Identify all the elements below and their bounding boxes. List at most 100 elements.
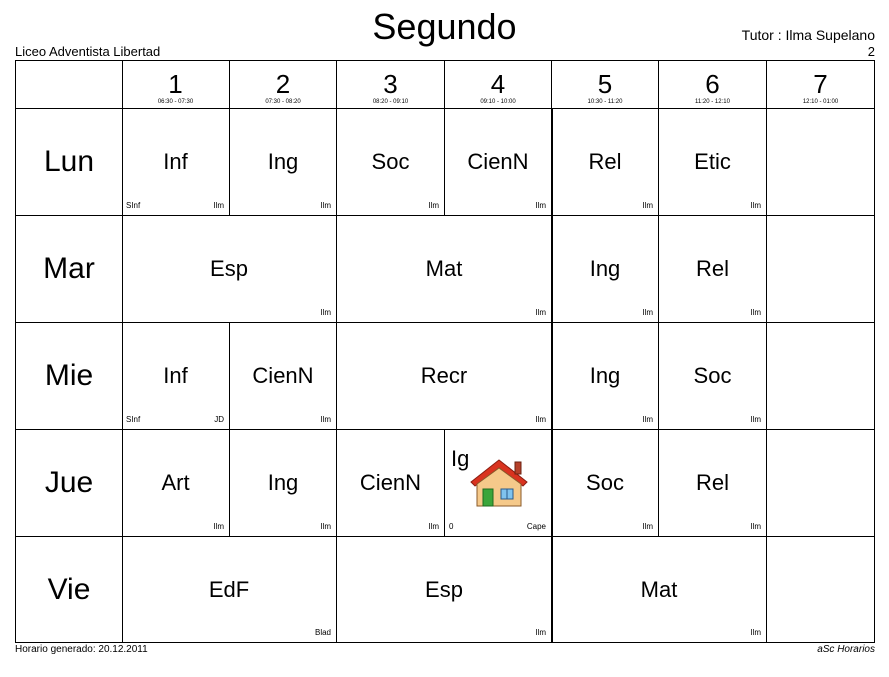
period-header-7: 7 12:10 - 01:00 xyxy=(767,60,875,109)
day-label-vie: Vie xyxy=(15,537,123,643)
lesson-subject: Esp xyxy=(425,576,463,602)
lesson-cell[interactable]: CienN Ilm xyxy=(230,323,337,430)
lesson-subject: Recr xyxy=(420,363,468,388)
software-credit: aSc Horarios xyxy=(817,644,875,655)
lesson-room: SInf xyxy=(126,201,141,210)
lesson-teacher: Cape xyxy=(526,522,546,531)
period-header-5: 5 10:30 - 11:20 xyxy=(552,60,659,109)
lesson-cell[interactable]: Mat Ilm xyxy=(552,537,767,643)
period-number: 3 xyxy=(383,69,398,99)
lesson-teacher: Ilm xyxy=(535,628,546,637)
day-label-lun: Lun xyxy=(15,109,123,216)
lesson-subject: Inf xyxy=(163,363,188,388)
lesson-teacher: Ilm xyxy=(535,415,546,424)
lesson-teacher: Ilm xyxy=(320,522,331,531)
lesson-teacher: Ilm xyxy=(535,308,546,317)
lesson-subject: Inf xyxy=(163,149,188,174)
lesson-teacher: Ilm xyxy=(750,308,761,317)
empty-cell[interactable] xyxy=(767,537,875,643)
period-time: 06:30 - 07:30 xyxy=(157,99,194,105)
lesson-cell[interactable]: CienN Ilm xyxy=(445,109,552,216)
lesson-subject: Soc xyxy=(693,363,732,388)
lesson-subject: Ing xyxy=(589,363,621,388)
lesson-teacher: Ilm xyxy=(213,201,224,210)
lesson-subject: Ing xyxy=(267,470,299,495)
period-time: 11:20 - 12:10 xyxy=(695,99,730,105)
break-divider xyxy=(551,109,553,643)
lesson-cell[interactable]: Soc Ilm xyxy=(659,323,767,430)
period-time: 09:10 - 10:00 xyxy=(480,99,516,105)
lesson-cell[interactable]: Mat Ilm xyxy=(337,216,552,323)
lesson-cell[interactable]: Art Ilm xyxy=(122,430,230,537)
lesson-teacher: Ilm xyxy=(750,628,761,637)
lesson-cell[interactable]: Ing Ilm xyxy=(230,430,337,537)
period-time: 10:30 - 11:20 xyxy=(587,99,623,105)
lesson-teacher: Blad xyxy=(314,628,331,637)
day-label-jue: Jue xyxy=(15,430,123,537)
lesson-teacher: Ilm xyxy=(535,201,546,210)
lesson-teacher: Ilm xyxy=(642,308,653,317)
lesson-cell[interactable]: Soc Ilm xyxy=(552,430,659,537)
header-corner xyxy=(15,60,123,109)
lesson-cell[interactable]: Rel Ilm xyxy=(659,216,767,323)
lesson-subject: Ing xyxy=(267,149,299,174)
lesson-teacher: Ilm xyxy=(642,415,653,424)
period-time: 12:10 - 01:00 xyxy=(802,99,839,105)
period-number: 5 xyxy=(597,69,613,99)
period-header-4: 4 09:10 - 10:00 xyxy=(445,60,552,109)
lesson-cell[interactable]: Rel Ilm xyxy=(552,109,659,216)
lesson-subject: Rel xyxy=(695,470,729,495)
lesson-cell[interactable]: Recr Ilm xyxy=(337,323,552,430)
lesson-cell[interactable]: Etic Ilm xyxy=(659,109,767,216)
lesson-teacher: Ilm xyxy=(750,522,761,531)
lesson-subject: CienN xyxy=(467,149,529,174)
lesson-teacher: Ilm xyxy=(428,522,439,531)
lesson-teacher: Ilm xyxy=(750,201,761,210)
lesson-subject: Ing xyxy=(589,256,621,281)
day-label-mar: Mar xyxy=(15,216,123,323)
lesson-subject: Rel xyxy=(588,149,622,174)
lesson-subject: Soc xyxy=(586,470,624,495)
period-header-3: 3 08:20 - 09:10 xyxy=(337,60,445,109)
lesson-teacher: Ilm xyxy=(642,201,653,210)
lesson-cell[interactable]: Ing Ilm xyxy=(230,109,337,216)
period-number: 2 xyxy=(275,69,291,99)
lesson-cell[interactable]: Ing Ilm xyxy=(552,323,659,430)
tutor-label: Tutor : Ilma Supelano xyxy=(741,27,875,43)
lesson-room: SInf xyxy=(126,415,141,424)
lesson-teacher: Ilm xyxy=(320,201,331,210)
empty-cell[interactable] xyxy=(767,216,875,323)
lesson-subject: CienN xyxy=(359,470,422,495)
lesson-subject: CienN xyxy=(252,363,314,388)
lesson-cell[interactable]: EdF Blad xyxy=(122,537,337,643)
period-header-1: 1 06:30 - 07:30 xyxy=(122,60,230,109)
lesson-cell[interactable]: Ig 0 Cape xyxy=(445,430,552,537)
lesson-cell[interactable]: Inf SInf Ilm xyxy=(122,109,230,216)
period-number: 4 xyxy=(490,69,506,99)
period-number: 1 xyxy=(168,69,183,99)
empty-cell[interactable] xyxy=(767,430,875,537)
house-icon xyxy=(470,459,528,507)
lesson-subject: Esp xyxy=(210,256,248,281)
lesson-teacher: Ilm xyxy=(213,522,224,531)
lesson-cell[interactable]: CienN Ilm xyxy=(337,430,445,537)
empty-cell[interactable] xyxy=(767,323,875,430)
lesson-subject: EdF xyxy=(208,576,250,602)
lesson-cell[interactable]: Soc Ilm xyxy=(337,109,445,216)
lesson-subject: Mat xyxy=(425,256,463,281)
lesson-cell[interactable]: Rel Ilm xyxy=(659,430,767,537)
empty-cell[interactable] xyxy=(767,109,875,216)
lesson-teacher: Ilm xyxy=(750,415,761,424)
lesson-cell[interactable]: Ing Ilm xyxy=(552,216,659,323)
lesson-cell[interactable]: Esp Ilm xyxy=(337,537,552,643)
lesson-teacher: Ilm xyxy=(320,308,331,317)
lesson-teacher: Ilm xyxy=(642,522,653,531)
day-label-mie: Mie xyxy=(15,323,123,430)
lesson-room: 0 xyxy=(449,522,454,531)
lesson-cell[interactable]: Esp Ilm xyxy=(122,216,337,323)
class-number: 2 xyxy=(867,44,875,59)
lesson-cell[interactable]: Inf SInf JD xyxy=(122,323,230,430)
school-name: Liceo Adventista Libertad xyxy=(15,44,161,59)
period-header-6: 6 11:20 - 12:10 xyxy=(659,60,767,109)
period-number: 7 xyxy=(813,69,828,99)
